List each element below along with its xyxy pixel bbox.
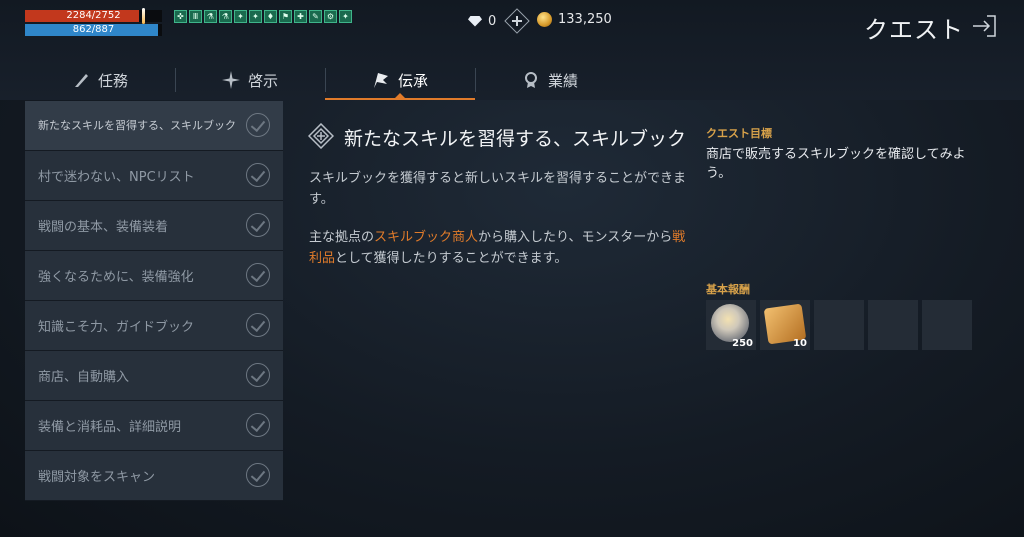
quest-label: 強くなるために、装備強化 — [38, 270, 194, 285]
tab-missions[interactable]: 任務 — [25, 62, 175, 98]
reward-slot-empty — [922, 300, 972, 350]
text: 主な拠点の — [309, 230, 375, 245]
quest-label: 装備と消耗品、詳細説明 — [38, 420, 182, 435]
buff-icon[interactable]: Ⅲ — [189, 10, 202, 23]
quest-item[interactable]: 新たなスキルを習得する、スキルブック — [25, 101, 283, 151]
check-icon — [246, 263, 270, 287]
objective-heading: クエスト目標 — [706, 127, 772, 140]
description-paragraph: スキルブックを獲得すると新しいスキルを習得することができます。 — [309, 171, 687, 207]
silver-coin-icon — [711, 304, 749, 342]
quest-label: 知識こそ力、ガイドブック — [38, 320, 195, 335]
buff-icon[interactable]: ⚗ — [219, 10, 232, 23]
tab-label: 業績 — [547, 71, 578, 90]
buff-icon[interactable]: ✜ — [174, 10, 187, 23]
quest-label: 戦闘対象をスキャン — [38, 470, 156, 485]
text: として獲得したりすることができます。 — [335, 251, 568, 266]
check-icon — [246, 463, 270, 487]
buff-list: ✜ Ⅲ ⚗ ⚗ ✦ ✦ ♦ ⚑ ✚ ✎ ⚙ ✦ — [174, 10, 352, 23]
buff-icon[interactable]: ✦ — [249, 10, 262, 23]
active-tab-caret — [395, 93, 405, 98]
check-icon — [246, 413, 270, 437]
reward-slots: 250 10 — [706, 300, 972, 350]
buff-icon[interactable]: ♦ — [264, 10, 277, 23]
tab-revelation[interactable]: 啓示 — [175, 62, 325, 98]
buff-icon[interactable]: ⚙ — [324, 10, 337, 23]
buff-icon[interactable]: ✚ — [294, 10, 307, 23]
medal-icon — [524, 72, 537, 88]
quest-item[interactable]: 強くなるために、装備強化 — [25, 251, 283, 301]
quest-label: 戦闘の基本、装備装着 — [38, 220, 169, 235]
description-paragraph: 主な拠点のスキルブック商人から購入したり、モンスターから戦利品として獲得したりす… — [309, 227, 689, 269]
gold-coin-icon — [537, 12, 552, 27]
quest-item[interactable]: 戦闘の基本、装備装着 — [25, 201, 283, 251]
check-icon — [246, 213, 270, 237]
buff-icon[interactable]: ⚗ — [204, 10, 217, 23]
tab-achievements[interactable]: 業績 — [475, 62, 625, 98]
quest-label: 村で迷わない、NPCリスト — [38, 170, 195, 185]
star-burst-icon — [221, 71, 240, 89]
diamond-amount: 0 — [488, 13, 497, 29]
buff-icon[interactable]: ✎ — [309, 10, 322, 23]
reward-slot-empty — [814, 300, 864, 350]
buff-icon[interactable]: ⚑ — [279, 10, 292, 23]
reward-count: 250 — [732, 338, 753, 349]
mp-bar: 862/887 — [25, 24, 162, 36]
quest-label: 新たなスキルを習得する、スキルブック — [38, 119, 236, 132]
gold-amount: 133,250 — [558, 12, 612, 27]
quest-item[interactable]: 村で迷わない、NPCリスト — [25, 151, 283, 201]
quest-item[interactable]: 装備と消耗品、詳細説明 — [25, 401, 283, 451]
quest-item[interactable]: 商店、自動購入 — [25, 351, 283, 401]
diamond-icon — [468, 15, 482, 27]
check-icon — [246, 113, 270, 137]
quest-list: 新たなスキルを習得する、スキルブック 村で迷わない、NPCリスト 戦闘の基本、装… — [25, 101, 283, 501]
quest-description: スキルブックを獲得すると新しいスキルを習得することができます。 主な拠点のスキル… — [309, 168, 689, 286]
add-diamond-icon[interactable] — [504, 8, 531, 34]
reward-slot-empty — [868, 300, 918, 350]
flag-icon — [373, 73, 388, 88]
reward-count: 10 — [793, 338, 807, 349]
diamond-currency: 0 — [468, 8, 531, 34]
tab-bar: 任務 啓示 伝承 業績 — [25, 62, 975, 100]
highlight-skillbook-merchant: スキルブック商人 — [374, 230, 479, 245]
check-icon — [246, 163, 270, 187]
check-icon — [246, 363, 270, 387]
gold-currency: 133,250 — [537, 12, 612, 27]
check-icon — [246, 313, 270, 337]
exit-icon[interactable] — [972, 13, 998, 39]
mp-text: 862/887 — [72, 24, 115, 35]
buff-icon[interactable]: ✦ — [339, 10, 352, 23]
lore-emblem-icon — [308, 123, 334, 149]
active-tab-indicator — [325, 98, 475, 100]
spark-icon — [142, 8, 145, 24]
text: から購入したり、モンスターから — [478, 230, 673, 245]
hp-text: 2284/2752 — [66, 10, 121, 21]
reward-heading: 基本報酬 — [706, 283, 750, 296]
buff-icon[interactable]: ✦ — [234, 10, 247, 23]
quest-label: 商店、自動購入 — [38, 370, 130, 385]
quill-icon — [74, 74, 88, 87]
quest-title: 新たなスキルを習得する、スキルブック — [344, 128, 687, 150]
tab-label: 伝承 — [397, 71, 428, 90]
tab-label: 啓示 — [247, 71, 278, 90]
quest-item[interactable]: 知識こそ力、ガイドブック — [25, 301, 283, 351]
reward-slot[interactable]: 250 — [706, 300, 756, 350]
quest-item[interactable]: 戦闘対象をスキャン — [25, 451, 283, 501]
tab-label: 任務 — [97, 71, 128, 90]
reward-slot[interactable]: 10 — [760, 300, 810, 350]
page-title: クエスト — [864, 16, 964, 44]
objective-text: 商店で販売するスキルブックを確認してみよう。 — [706, 147, 966, 181]
